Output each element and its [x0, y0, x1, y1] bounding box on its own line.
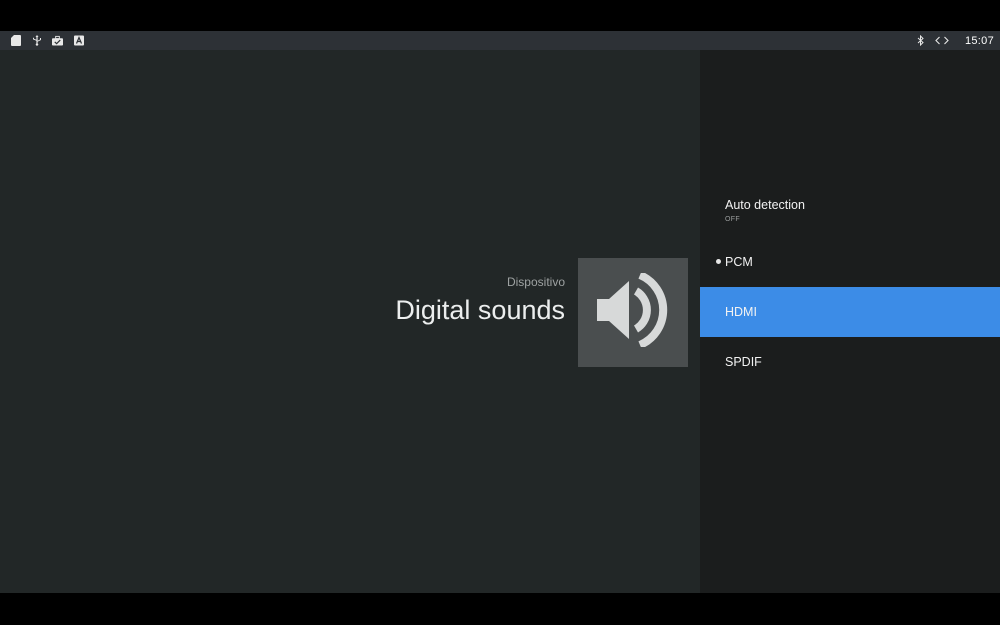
option-auto-detection[interactable]: Auto detection OFF [700, 198, 1000, 223]
usb-icon [31, 35, 42, 46]
option-auto-detection-label: Auto detection [725, 198, 805, 212]
sd-card-icon [10, 35, 21, 46]
screen: 15:07 Dispositivo Digital sounds Auto de… [0, 0, 1000, 625]
option-hdmi-label: HDMI [725, 305, 757, 319]
status-bar-system: 15:07 [916, 35, 1000, 47]
option-pcm[interactable]: PCM [700, 255, 1000, 271]
speaker-icon [595, 271, 671, 352]
code-arrows-icon [935, 35, 949, 46]
option-hdmi[interactable]: HDMI [700, 287, 1000, 337]
option-auto-detection-state: OFF [725, 216, 740, 223]
status-bar-notifications [0, 35, 84, 46]
option-spdif[interactable]: SPDIF [700, 355, 1000, 369]
bottom-letterbox [0, 593, 1000, 625]
main-area: Dispositivo Digital sounds [0, 50, 700, 593]
bluetooth-icon [916, 35, 927, 46]
breadcrumb: Dispositivo [506, 275, 565, 289]
options-panel: Auto detection OFF PCM HDMI SPDIF [700, 50, 1000, 593]
speaker-tile [578, 258, 688, 367]
status-bar: 15:07 [0, 31, 1000, 50]
option-spdif-label: SPDIF [725, 355, 762, 369]
page-title: Digital sounds [395, 295, 565, 325]
selected-bullet-icon [716, 259, 721, 264]
store-icon [73, 35, 84, 46]
option-pcm-label: PCM [725, 255, 753, 269]
clock: 15:07 [964, 34, 994, 47]
briefcase-icon [52, 35, 63, 46]
